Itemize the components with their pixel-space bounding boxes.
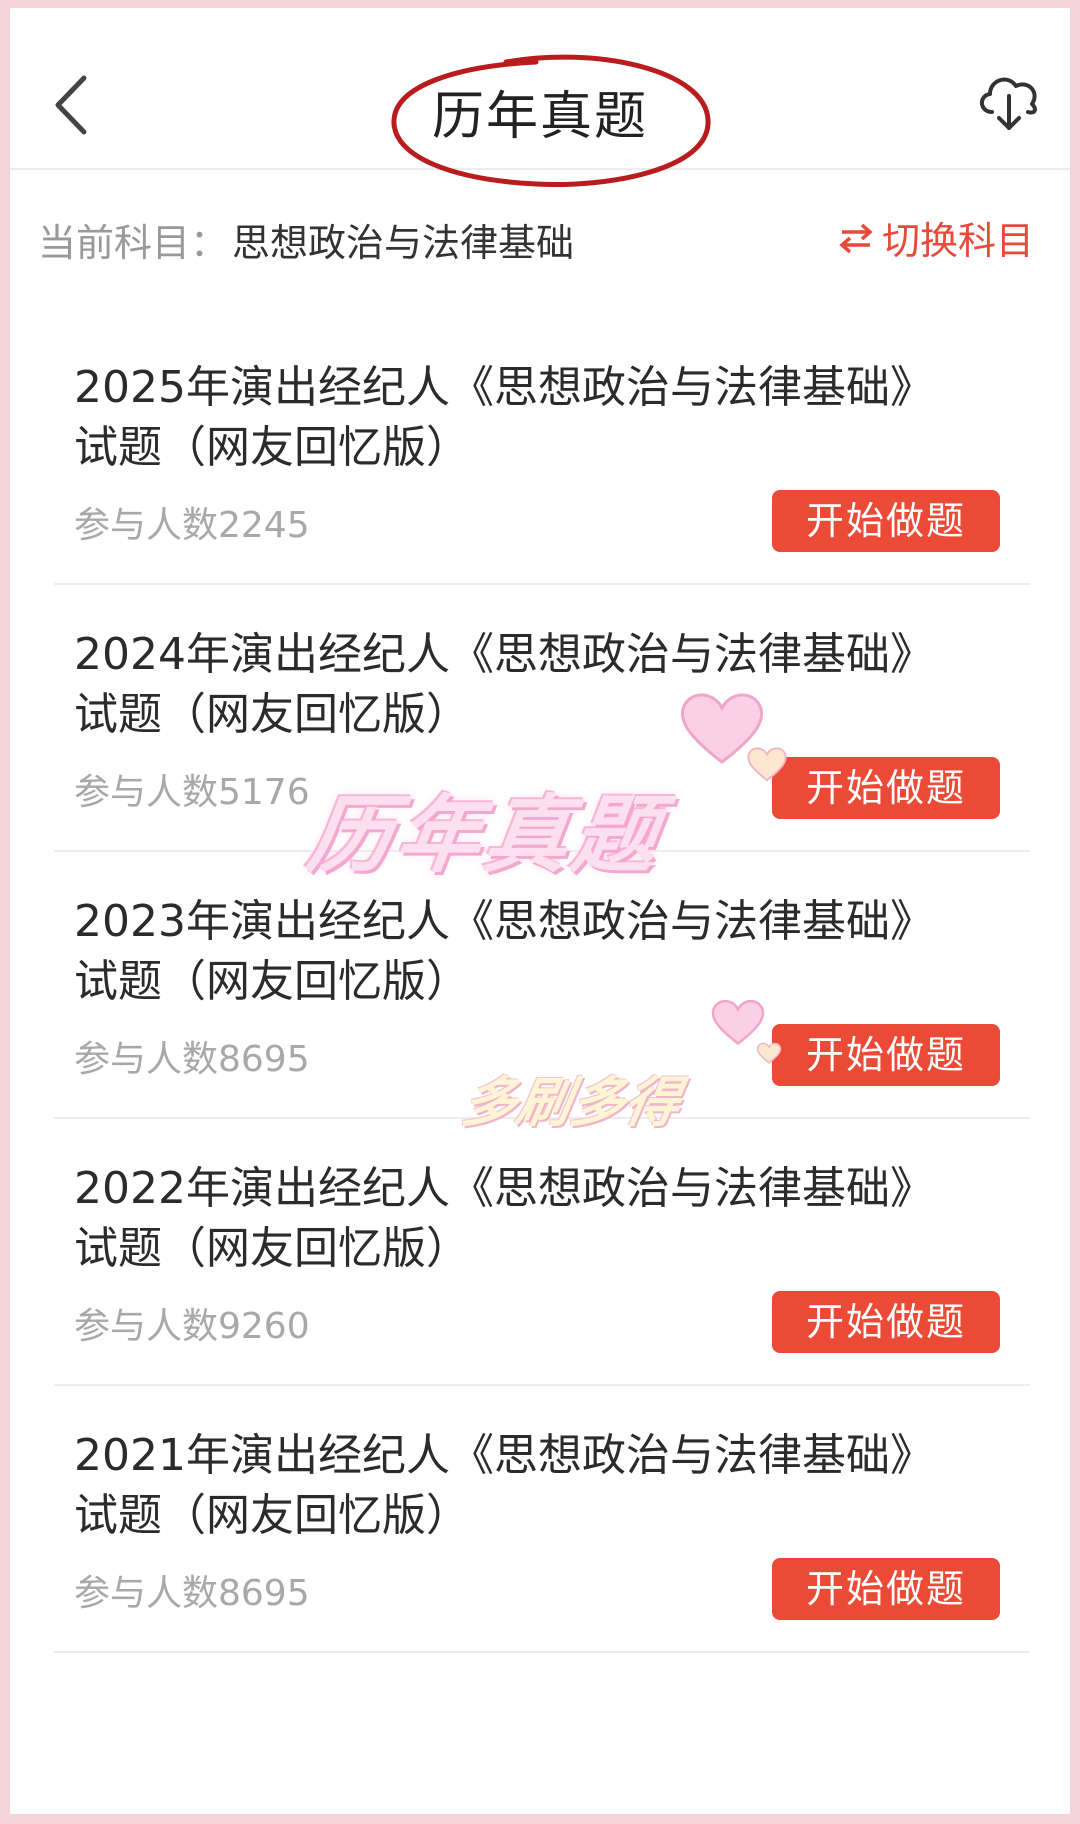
exam-title: 2022年演出经纪人《思想政治与法律基础》试题（网友回忆版） xyxy=(74,1163,934,1274)
exam-item[interactable]: 2025年演出经纪人《思想政治与法律基础》试题（网友回忆版） 参与人数2245 … xyxy=(54,318,1030,585)
app-screen: 历年真题 当前科目： 思想政治与法律基础 切换科目 2025年演出经纪人《思想政… xyxy=(10,8,1070,1814)
start-quiz-button[interactable]: 开始做题 xyxy=(772,1024,1000,1086)
participant-count: 参与人数8695 xyxy=(74,1039,310,1080)
switch-subject-label: 切换科目 xyxy=(881,219,1034,263)
cloud-download-icon xyxy=(980,77,1037,130)
exam-item[interactable]: 2023年演出经纪人《思想政治与法律基础》试题（网友回忆版） 参与人数8695 … xyxy=(54,852,1030,1119)
subject-value: 思想政治与法律基础 xyxy=(232,221,575,265)
exam-item[interactable]: 2024年演出经纪人《思想政治与法律基础》试题（网友回忆版） 参与人数5176 … xyxy=(54,585,1030,852)
start-quiz-button[interactable]: 开始做题 xyxy=(772,757,1000,819)
page-title: 历年真题 xyxy=(431,87,648,147)
start-quiz-button[interactable]: 开始做题 xyxy=(772,1291,1000,1353)
top-bar: 历年真题 xyxy=(10,8,1070,187)
download-button[interactable] xyxy=(974,66,1044,136)
exam-title: 2021年演出经纪人《思想政治与法律基础》试题（网友回忆版） xyxy=(74,1430,934,1541)
exam-item[interactable]: 2022年演出经纪人《思想政治与法律基础》试题（网友回忆版） 参与人数9260 … xyxy=(54,1119,1030,1386)
exam-title: 2023年演出经纪人《思想政治与法律基础》试题（网友回忆版） xyxy=(74,896,934,1007)
participant-count: 参与人数5176 xyxy=(74,772,310,813)
participant-count: 参与人数2245 xyxy=(74,505,310,546)
start-quiz-button[interactable]: 开始做题 xyxy=(772,1558,1000,1620)
exam-list: 2025年演出经纪人《思想政治与法律基础》试题（网友回忆版） 参与人数2245 … xyxy=(54,318,1030,1653)
subject-row: 当前科目： 思想政治与法律基础 切换科目 xyxy=(10,170,1070,300)
exam-title: 2025年演出经纪人《思想政治与法律基础》试题（网友回忆版） xyxy=(74,362,934,473)
switch-subject-button[interactable]: 切换科目 xyxy=(838,210,1034,265)
participant-count: 参与人数9260 xyxy=(74,1306,310,1347)
subject-label: 当前科目： xyxy=(38,221,229,265)
exam-title: 2024年演出经纪人《思想政治与法律基础》试题（网友回忆版） xyxy=(74,629,934,740)
participant-count: 参与人数8695 xyxy=(74,1573,310,1614)
start-quiz-button[interactable]: 开始做题 xyxy=(772,490,1000,552)
swap-arrows-icon xyxy=(839,223,873,253)
exam-item[interactable]: 2021年演出经纪人《思想政治与法律基础》试题（网友回忆版） 参与人数8695 … xyxy=(54,1386,1030,1653)
